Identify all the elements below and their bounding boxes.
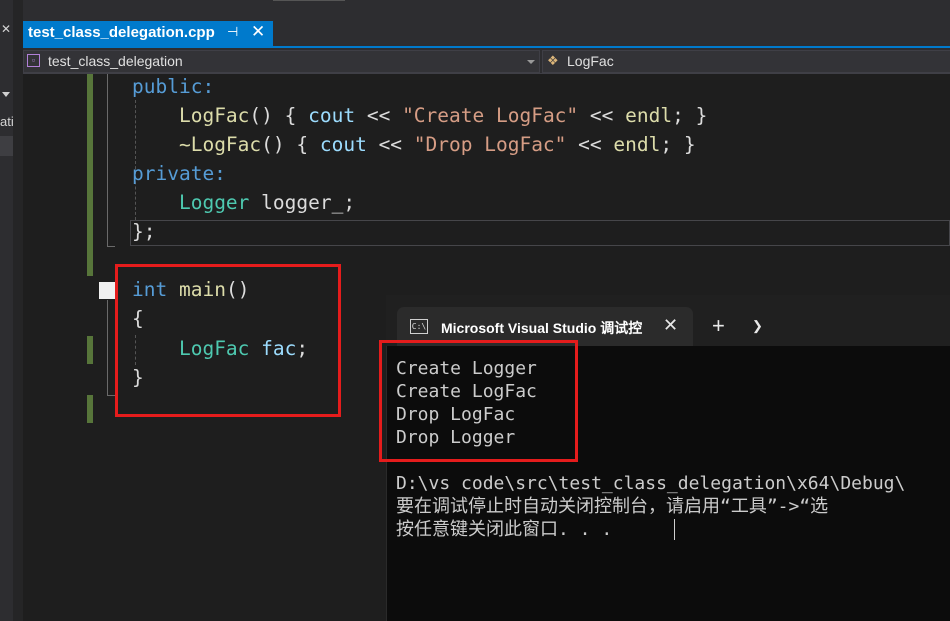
change-indicator <box>87 74 93 276</box>
close-icon[interactable]: ✕ <box>251 22 265 42</box>
code-line[interactable]: }; <box>132 220 155 244</box>
console-path-line: D:\vs code\src\test_class_delegation\x64… <box>396 473 906 494</box>
member-label: LogFac <box>567 53 614 69</box>
member-dropdown[interactable]: ❖ LogFac <box>542 50 950 73</box>
fold-line-end <box>107 395 115 396</box>
code-line[interactable]: ~LogFac() { cout << "Drop LogFac" << end… <box>132 133 696 157</box>
collapse-toggle-icon[interactable] <box>99 282 116 299</box>
fold-line <box>107 74 108 247</box>
console-icon: C:\ <box>410 319 428 334</box>
change-indicator <box>87 336 93 364</box>
side-panel-selected-item[interactable] <box>0 136 13 156</box>
console-press-line: 按任意键关闭此窗口. . . <box>396 519 613 540</box>
chevron-down-icon[interactable] <box>527 60 535 64</box>
fold-line-end <box>107 246 115 247</box>
code-line[interactable]: LogFac() { cout << "Create LogFac" << en… <box>132 104 707 128</box>
tab-test-class-delegation-cpp[interactable]: test_class_delegation.cpp ⊣ ✕ <box>23 21 273 46</box>
text-cursor <box>674 519 675 540</box>
code-line[interactable]: Logger logger_; <box>132 191 355 215</box>
class-icon: ❖ <box>547 53 559 68</box>
project-scope-label: test_class_delegation <box>48 53 183 69</box>
highlight-box-main <box>115 264 341 417</box>
navigation-bar: ▫ test_class_delegation ❖ LogFac <box>23 48 950 74</box>
change-indicator <box>87 395 93 423</box>
tab-bar-divider <box>273 0 345 1</box>
pin-icon[interactable]: ⊣ <box>227 24 238 40</box>
project-icon: ▫ <box>27 54 40 67</box>
project-scope-dropdown[interactable]: ▫ test_class_delegation <box>23 50 540 73</box>
code-line[interactable]: public: <box>132 75 214 99</box>
current-line-highlight <box>130 220 950 246</box>
close-icon[interactable]: ✕ <box>1 22 11 36</box>
fold-line <box>107 300 108 396</box>
close-icon[interactable]: ✕ <box>663 315 678 336</box>
side-panel-divider <box>13 0 23 621</box>
highlight-box-output <box>379 340 578 462</box>
new-tab-plus-icon[interactable]: + <box>712 313 725 339</box>
tab-label: test_class_delegation.cpp <box>28 24 215 41</box>
console-hint-line: 要在调试停止时自动关闭控制台，请启用“工具”->“选 <box>396 496 829 517</box>
left-tool-strip: ✕ ati <box>0 0 13 621</box>
chevron-down-icon[interactable]: ❯ <box>752 318 763 334</box>
console-title: Microsoft Visual Studio 调试控 <box>441 320 643 336</box>
side-panel-label-fragment: ati <box>0 114 13 129</box>
code-line[interactable]: private: <box>132 162 226 186</box>
chevron-down-icon[interactable] <box>2 92 10 97</box>
